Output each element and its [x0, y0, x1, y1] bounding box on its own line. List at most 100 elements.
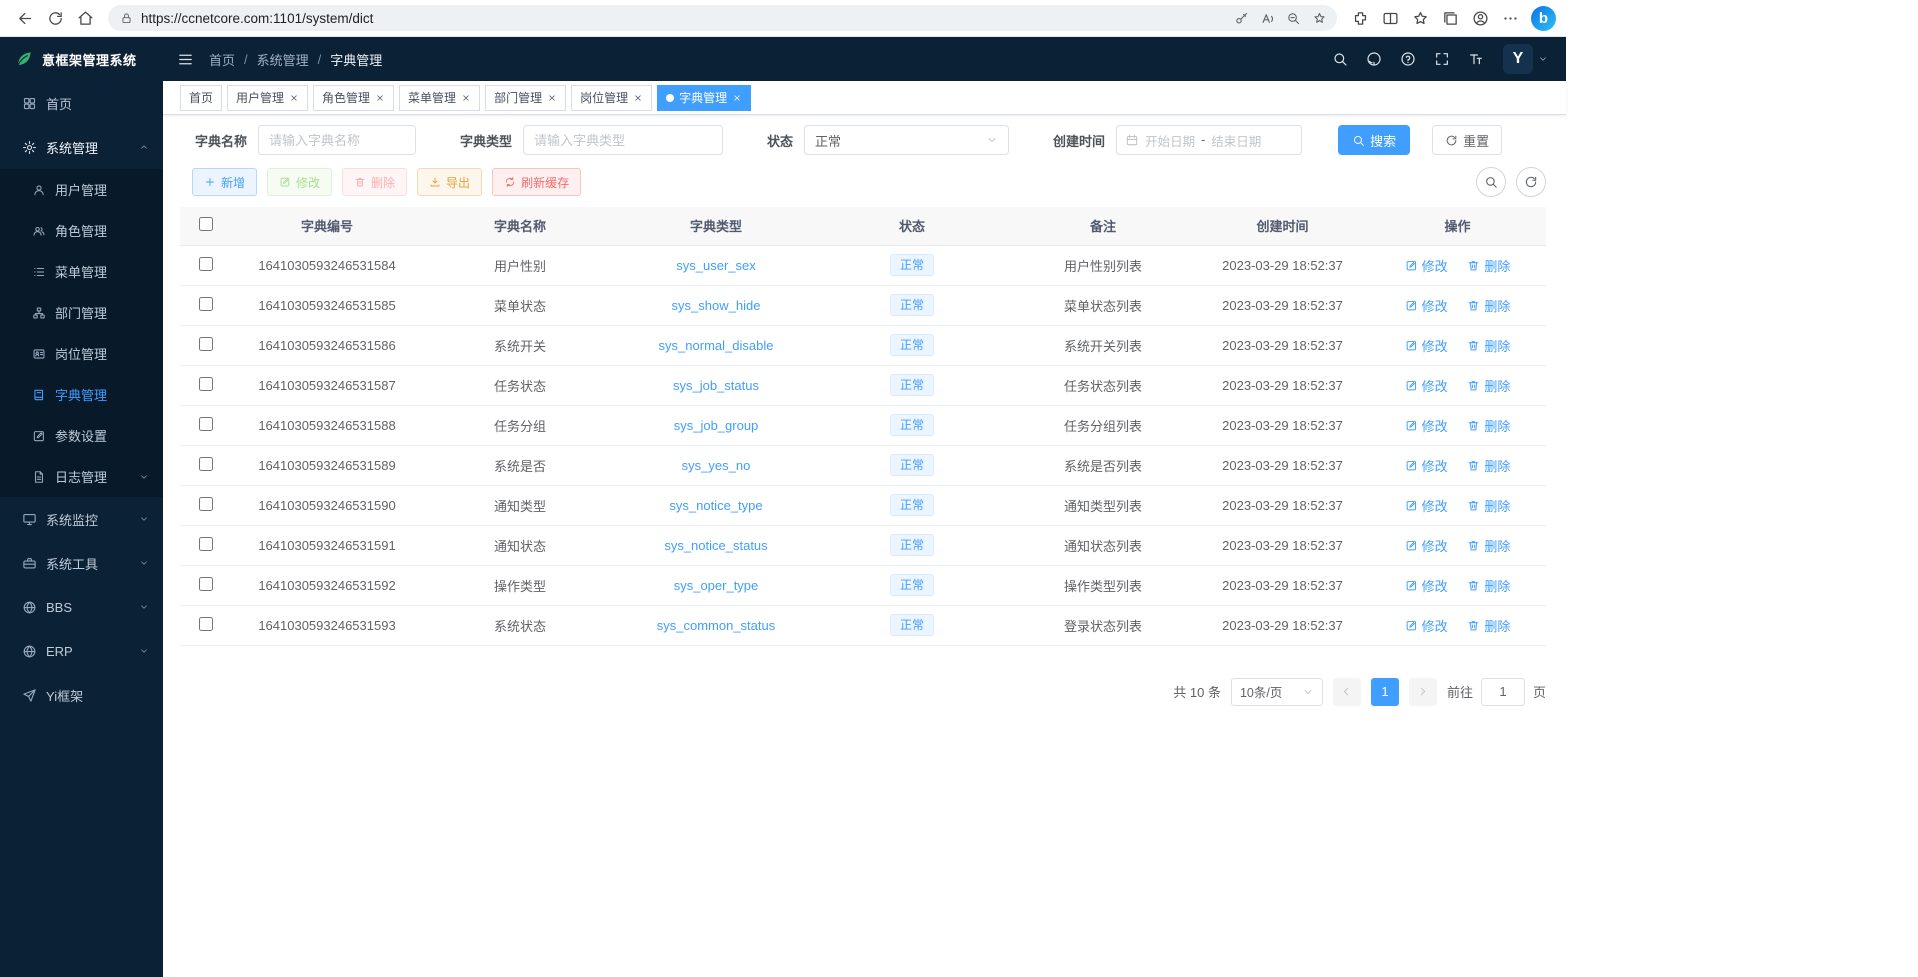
tab-1[interactable]: 用户管理 [227, 85, 308, 111]
refresh-button[interactable] [40, 3, 70, 33]
table-row[interactable]: 1641030593246531587 任务状态 sys_job_status … [180, 365, 1546, 405]
fullscreen-button[interactable] [1425, 37, 1459, 81]
row-checkbox[interactable] [199, 257, 213, 271]
sidebar-item-erp[interactable]: ERP [0, 629, 163, 673]
row-checkbox[interactable] [199, 497, 213, 511]
delete-button[interactable]: 删除 [342, 168, 407, 196]
row-edit-button[interactable]: 修改 [1405, 336, 1448, 355]
page-size-select[interactable]: 10条/页 [1231, 678, 1323, 706]
dict-type-link[interactable]: sys_notice_status [664, 538, 767, 553]
key-button[interactable] [1228, 5, 1254, 31]
dict-type-link[interactable]: sys_show_hide [672, 298, 761, 313]
table-row[interactable]: 1641030593246531593 系统状态 sys_common_stat… [180, 605, 1546, 645]
dict-type-link[interactable]: sys_yes_no [682, 458, 751, 473]
row-checkbox[interactable] [199, 337, 213, 351]
dict-type-link[interactable]: sys_user_sex [676, 258, 755, 273]
table-row[interactable]: 1641030593246531591 通知状态 sys_notice_stat… [180, 525, 1546, 565]
row-edit-button[interactable]: 修改 [1405, 616, 1448, 635]
url-text[interactable]: https://ccnetcore.com:1101/system/dict [141, 11, 1228, 26]
page-1-button[interactable]: 1 [1371, 678, 1399, 706]
sidebar-item-role[interactable]: 角色管理 [0, 210, 163, 251]
refresh-cache-button[interactable]: 刷新缓存 [492, 168, 581, 196]
dict-type-link[interactable]: sys_common_status [657, 618, 776, 633]
dict-name-input[interactable] [269, 133, 405, 148]
sidebar-item-log[interactable]: 日志管理 [0, 456, 163, 497]
tab-3[interactable]: 菜单管理 [399, 85, 480, 111]
row-delete-button[interactable]: 删除 [1467, 336, 1510, 355]
row-checkbox[interactable] [199, 617, 213, 631]
row-edit-button[interactable]: 修改 [1405, 296, 1448, 315]
question-button[interactable] [1391, 37, 1425, 81]
sidebar-item-post[interactable]: 岗位管理 [0, 333, 163, 374]
sidebar-item-dept[interactable]: 部门管理 [0, 292, 163, 333]
sidebar-item-bbs[interactable]: BBS [0, 585, 163, 629]
more-button[interactable] [1495, 3, 1525, 33]
status-select[interactable]: 正常 [804, 125, 1009, 155]
edit-button[interactable]: 修改 [267, 168, 332, 196]
row-edit-button[interactable]: 修改 [1405, 576, 1448, 595]
table-row[interactable]: 1641030593246531592 操作类型 sys_oper_type 正… [180, 565, 1546, 605]
address-bar[interactable]: https://ccnetcore.com:1101/system/dict [108, 5, 1337, 31]
table-row[interactable]: 1641030593246531585 菜单状态 sys_show_hide 正… [180, 285, 1546, 325]
reset-button[interactable]: 重置 [1432, 125, 1502, 155]
breadcrumb-item[interactable]: 首页 [209, 50, 235, 69]
row-delete-button[interactable]: 删除 [1467, 456, 1510, 475]
dict-type-link[interactable]: sys_job_status [673, 378, 759, 393]
row-delete-button[interactable]: 删除 [1467, 576, 1510, 595]
tab-6[interactable]: 字典管理 [657, 85, 751, 111]
close-icon[interactable] [375, 93, 385, 103]
row-checkbox[interactable] [199, 377, 213, 391]
row-delete-button[interactable]: 删除 [1467, 376, 1510, 395]
sidebar-item-dict[interactable]: 字典管理 [0, 374, 163, 415]
sidebar-item-menu[interactable]: 菜单管理 [0, 251, 163, 292]
breadcrumb-item[interactable]: 系统管理 [257, 50, 309, 69]
copilot-button[interactable]: b [1531, 6, 1556, 31]
user-avatar[interactable]: Y [1503, 44, 1533, 74]
close-icon[interactable] [461, 93, 471, 103]
collections-button[interactable] [1435, 3, 1465, 33]
close-icon[interactable] [732, 93, 742, 103]
row-checkbox[interactable] [199, 537, 213, 551]
tab-4[interactable]: 部门管理 [485, 85, 566, 111]
table-row[interactable]: 1641030593246531589 系统是否 sys_yes_no 正常 系… [180, 445, 1546, 485]
goto-page-input[interactable] [1481, 678, 1525, 706]
dict-type-link[interactable]: sys_job_group [674, 418, 759, 433]
hamburger-button[interactable] [163, 37, 207, 81]
sidebar-item-yiframe[interactable]: Yi框架 [0, 673, 163, 717]
close-icon[interactable] [633, 93, 643, 103]
row-edit-button[interactable]: 修改 [1405, 536, 1448, 555]
font-size-button[interactable] [1459, 37, 1493, 81]
prev-page-button[interactable] [1333, 678, 1361, 706]
sidebar-item-config[interactable]: 参数设置 [0, 415, 163, 456]
tab-2[interactable]: 角色管理 [313, 85, 394, 111]
row-delete-button[interactable]: 删除 [1467, 296, 1510, 315]
row-edit-button[interactable]: 修改 [1405, 256, 1448, 275]
row-checkbox[interactable] [199, 417, 213, 431]
row-edit-button[interactable]: 修改 [1405, 416, 1448, 435]
caret-down-icon[interactable] [1538, 54, 1548, 64]
next-page-button[interactable] [1409, 678, 1437, 706]
profile-button[interactable] [1465, 3, 1495, 33]
read-aloud-button[interactable] [1254, 5, 1280, 31]
row-edit-button[interactable]: 修改 [1405, 456, 1448, 475]
close-icon[interactable] [289, 93, 299, 103]
row-delete-button[interactable]: 删除 [1467, 256, 1510, 275]
export-button[interactable]: 导出 [417, 168, 482, 196]
sidebar-item-monitor[interactable]: 系统监控 [0, 497, 163, 541]
row-checkbox[interactable] [199, 577, 213, 591]
dict-type-input[interactable] [534, 133, 712, 148]
extensions-button[interactable] [1345, 3, 1375, 33]
dict-type-link[interactable]: sys_normal_disable [659, 338, 774, 353]
sidebar-item-home[interactable]: 首页 [0, 81, 163, 125]
table-row[interactable]: 1641030593246531590 通知类型 sys_notice_type… [180, 485, 1546, 525]
table-row[interactable]: 1641030593246531588 任务分组 sys_job_group 正… [180, 405, 1546, 445]
row-delete-button[interactable]: 删除 [1467, 616, 1510, 635]
date-range-picker[interactable]: 开始日期 - 结束日期 [1116, 125, 1302, 155]
favorite-add-button[interactable] [1306, 5, 1332, 31]
favorites-button[interactable] [1405, 3, 1435, 33]
refresh-table-button[interactable] [1516, 167, 1546, 197]
tab-5[interactable]: 岗位管理 [571, 85, 652, 111]
sidebar-item-user[interactable]: 用户管理 [0, 169, 163, 210]
search-button[interactable] [1323, 37, 1357, 81]
toggle-search-button[interactable] [1476, 167, 1506, 197]
